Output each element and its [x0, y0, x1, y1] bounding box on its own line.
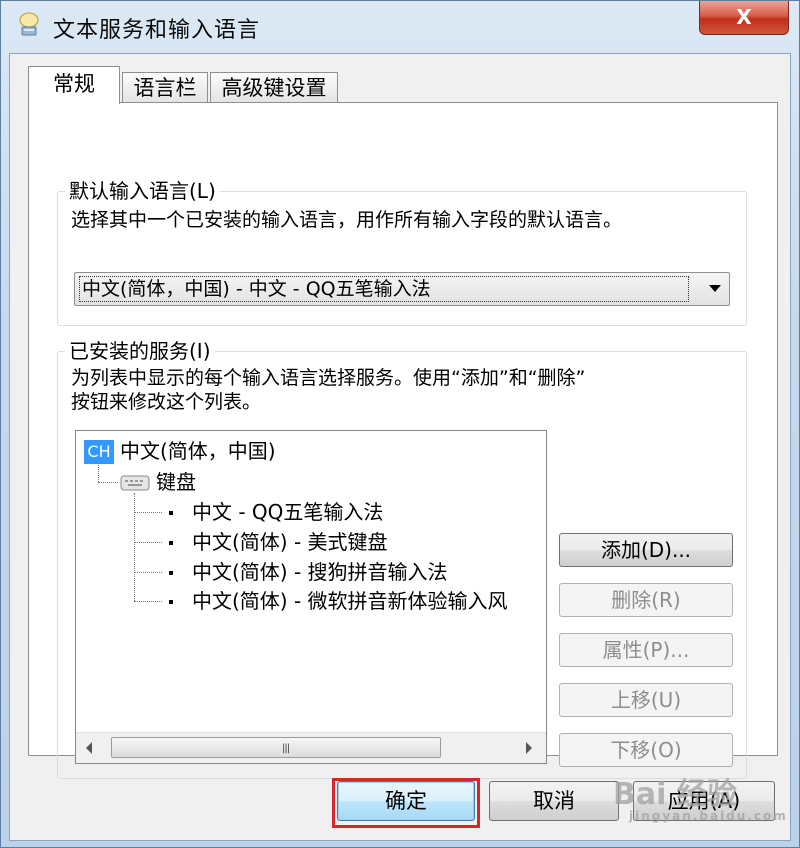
- remove-button[interactable]: 删除(R): [559, 583, 733, 617]
- tab-panel-general: 默认输入语言(L) 选择其中一个已安装的输入语言，用作所有输入字段的默认语言。 …: [28, 102, 778, 779]
- bullet-icon: [169, 511, 173, 515]
- bullet-icon: [169, 600, 173, 604]
- tree-connector: [134, 542, 162, 543]
- services-tree[interactable]: CH 中文(简体，中国) 键盘 中文 - QQ五笔输入法 中文(简体) - 美式…: [75, 430, 547, 764]
- keyboard-icon: [120, 475, 150, 491]
- watermark-url: jingyan.baidu.com: [629, 809, 788, 823]
- close-button[interactable]: X: [699, 1, 789, 35]
- bullet-icon: [169, 571, 173, 575]
- tree-service-item[interactable]: 中文(简体) - 美式键盘: [192, 528, 388, 556]
- tree-keyboard-node[interactable]: 键盘: [156, 468, 196, 496]
- watermark: Bai 经验 jingyan.baidu.com: [613, 769, 793, 839]
- installed-services-legend: 已安装的服务(I): [65, 339, 215, 363]
- dialog-client: 常规 语言栏 高级键设置 默认输入语言(L) 选择其中一个已安装的输入语言，用作…: [9, 53, 791, 841]
- ok-highlight-box: [332, 778, 480, 828]
- tree-connector: [98, 465, 99, 482]
- window-title: 文本服务和输入语言: [53, 18, 261, 43]
- watermark-text: Bai 经验: [613, 777, 737, 812]
- cancel-button[interactable]: 取消: [489, 781, 619, 821]
- tree-service-item[interactable]: 中文(简体) - 微软拼音新体验输入风: [192, 587, 508, 615]
- dialog-window: 文本服务和输入语言 X 常规 语言栏 高级键设置 默认输入语言(L) 选择其中一…: [0, 0, 800, 848]
- tree-connector: [134, 493, 135, 601]
- tab-language-bar[interactable]: 语言栏: [122, 72, 208, 102]
- properties-button[interactable]: 属性(P)...: [559, 633, 733, 667]
- scroll-left-icon[interactable]: [86, 742, 92, 754]
- horizontal-scrollbar[interactable]: |||: [76, 732, 546, 763]
- bullet-icon: [169, 541, 173, 545]
- tab-advanced-key-settings[interactable]: 高级键设置: [210, 72, 338, 102]
- installed-services-description-1: 为列表中显示的每个输入语言选择服务。使用“添加”和“删除”: [71, 367, 586, 389]
- installed-services-description-2: 按钮来修改这个列表。: [71, 391, 262, 413]
- default-language-legend: 默认输入语言(L): [65, 179, 220, 203]
- tree-connector: [98, 482, 118, 483]
- move-up-button[interactable]: 上移(U): [559, 683, 733, 717]
- default-language-description: 选择其中一个已安装的输入语言，用作所有输入字段的默认语言。: [71, 209, 623, 231]
- tree-connector: [134, 572, 162, 573]
- scrollbar-thumb[interactable]: |||: [111, 737, 441, 758]
- title-bar[interactable]: 文本服务和输入语言 X: [1, 1, 800, 53]
- chevron-down-icon[interactable]: [709, 285, 721, 292]
- default-language-value: 中文(简体，中国) - 中文 - QQ五笔输入法: [79, 276, 689, 302]
- grip-icon: |||: [282, 743, 290, 754]
- tree-connector: [134, 601, 162, 602]
- move-down-button[interactable]: 下移(O): [559, 733, 733, 767]
- add-button[interactable]: 添加(D)...: [559, 533, 733, 567]
- default-language-select[interactable]: 中文(简体，中国) - 中文 - QQ五笔输入法: [74, 272, 730, 306]
- tree-service-item[interactable]: 中文(简体) - 搜狗拼音输入法: [192, 558, 448, 586]
- tree-connector: [134, 512, 162, 513]
- tab-general[interactable]: 常规: [28, 66, 120, 104]
- close-icon: X: [736, 5, 752, 29]
- scroll-right-icon[interactable]: [526, 742, 532, 754]
- app-icon: [19, 12, 39, 36]
- tree-service-item[interactable]: 中文 - QQ五笔输入法: [192, 498, 383, 526]
- tree-language-node[interactable]: 中文(简体，中国): [120, 437, 276, 465]
- language-badge-icon: CH: [84, 440, 114, 464]
